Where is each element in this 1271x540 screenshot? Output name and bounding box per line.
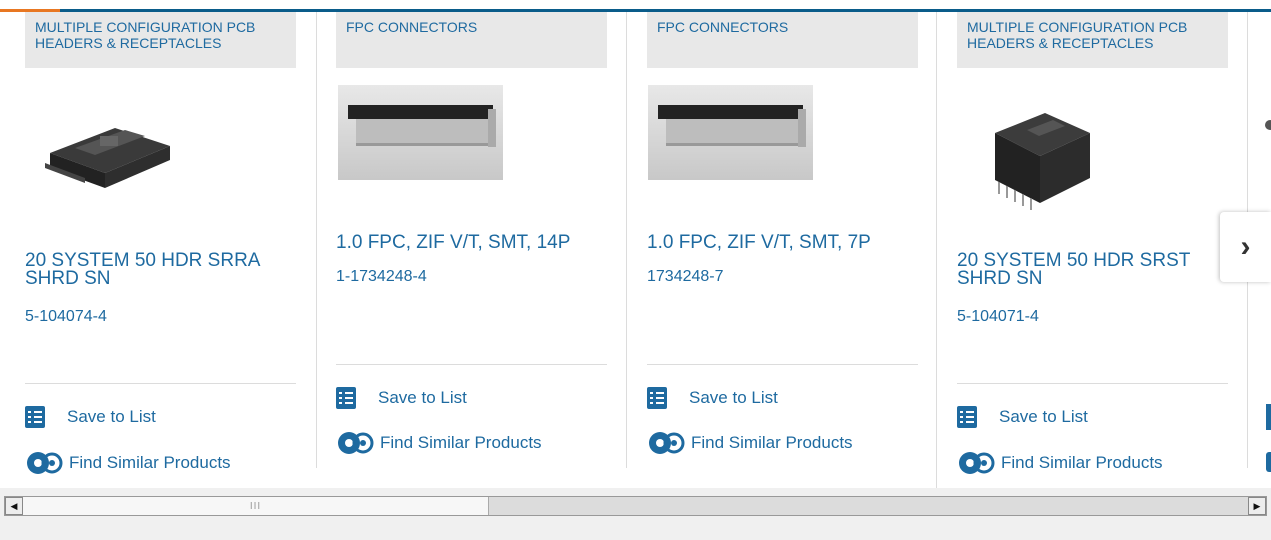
category-label[interactable]: MULTIPLE CONFIGURATION PCB HEADERS & REC… (957, 12, 1228, 68)
list-check-icon (25, 406, 45, 428)
find-similar-label: Find Similar Products (1001, 453, 1163, 472)
list-check-icon (957, 406, 977, 428)
save-to-list-button[interactable]: Save to List (647, 387, 778, 409)
arrow-right-icon: ▶ (1253, 500, 1261, 511)
fpc-connector-image[interactable] (648, 85, 813, 180)
product-card: MULTIPLE CONFIGURATION PCB HEADERS & REC… (932, 12, 1242, 488)
save-to-list-label: Save to List (67, 407, 156, 426)
arrow-left-icon: ◀ (10, 500, 18, 511)
save-to-list-button[interactable]: Save to List (336, 387, 467, 409)
product-name[interactable]: 1.0 FPC, ZIF V/T, SMT, 14P (336, 233, 616, 252)
part-number[interactable]: 1-1734248-4 (336, 268, 427, 286)
similar-gears-icon (27, 452, 63, 474)
part-number[interactable]: 1734248-7 (647, 268, 724, 286)
product-card: MULTIPLE CONFIGURATION PCB HEADERS & REC… (0, 12, 310, 488)
product-carousel: MULTIPLE CONFIGURATION PCB HEADERS & REC… (0, 0, 1271, 488)
carousel-next-button[interactable]: › (1220, 212, 1271, 282)
divider (336, 364, 607, 365)
category-label[interactable]: MULTIPLE CONFIGURATION PCB HEADERS & REC… (25, 12, 296, 68)
list-check-icon (647, 387, 667, 409)
divider (25, 383, 296, 384)
product-card: FPC CONNECTORS 1.0 FPC, ZIF V/T, SMT, 14… (311, 12, 621, 488)
divider (957, 383, 1228, 384)
partial-product-image[interactable] (1262, 110, 1271, 140)
scrollbar-thumb[interactable]: III (23, 497, 489, 515)
find-similar-button[interactable]: Find Similar Products (25, 450, 231, 476)
horizontal-scrollbar[interactable]: ◀ III ▶ (4, 496, 1267, 516)
product-name[interactable]: 20 SYSTEM 50 HDR SRRA SHRD SN (25, 251, 305, 288)
list-check-icon (336, 387, 356, 409)
find-similar-button[interactable]: Find Similar Products (647, 430, 853, 456)
partial-card-similar-icon[interactable] (1266, 452, 1271, 472)
save-to-list-label: Save to List (378, 388, 467, 407)
product-name[interactable]: 1.0 FPC, ZIF V/T, SMT, 7P (647, 233, 927, 252)
find-similar-button[interactable]: Find Similar Products (957, 450, 1163, 476)
product-card: FPC CONNECTORS 1.0 FPC, ZIF V/T, SMT, 7P… (622, 12, 932, 488)
find-similar-label: Find Similar Products (691, 433, 853, 452)
chevron-right-icon: › (1240, 230, 1251, 263)
header-connector-image[interactable] (985, 108, 1095, 223)
find-similar-button[interactable]: Find Similar Products (336, 430, 542, 456)
divider (647, 364, 918, 365)
part-number[interactable]: 5-104074-4 (25, 308, 107, 326)
scroll-right-button[interactable]: ▶ (1248, 497, 1266, 515)
similar-gears-icon (959, 452, 995, 474)
partial-card-save-icon[interactable] (1266, 404, 1271, 430)
grip-icon: III (249, 500, 262, 512)
find-similar-label: Find Similar Products (380, 433, 542, 452)
part-number[interactable]: 5-104071-4 (957, 308, 1039, 326)
product-name[interactable]: 20 SYSTEM 50 HDR SRST SHRD SN (957, 251, 1237, 288)
similar-gears-icon (649, 432, 685, 454)
save-to-list-button[interactable]: Save to List (957, 406, 1088, 428)
save-to-list-button[interactable]: Save to List (25, 406, 156, 428)
fpc-connector-image[interactable] (338, 85, 503, 180)
category-label[interactable]: FPC CONNECTORS (336, 12, 607, 68)
save-to-list-label: Save to List (999, 407, 1088, 426)
save-to-list-label: Save to List (689, 388, 778, 407)
find-similar-label: Find Similar Products (69, 453, 231, 472)
similar-gears-icon (338, 432, 374, 454)
board-connector-image[interactable] (45, 108, 175, 198)
category-label[interactable]: FPC CONNECTORS (647, 12, 918, 68)
scroll-left-button[interactable]: ◀ (5, 497, 23, 515)
